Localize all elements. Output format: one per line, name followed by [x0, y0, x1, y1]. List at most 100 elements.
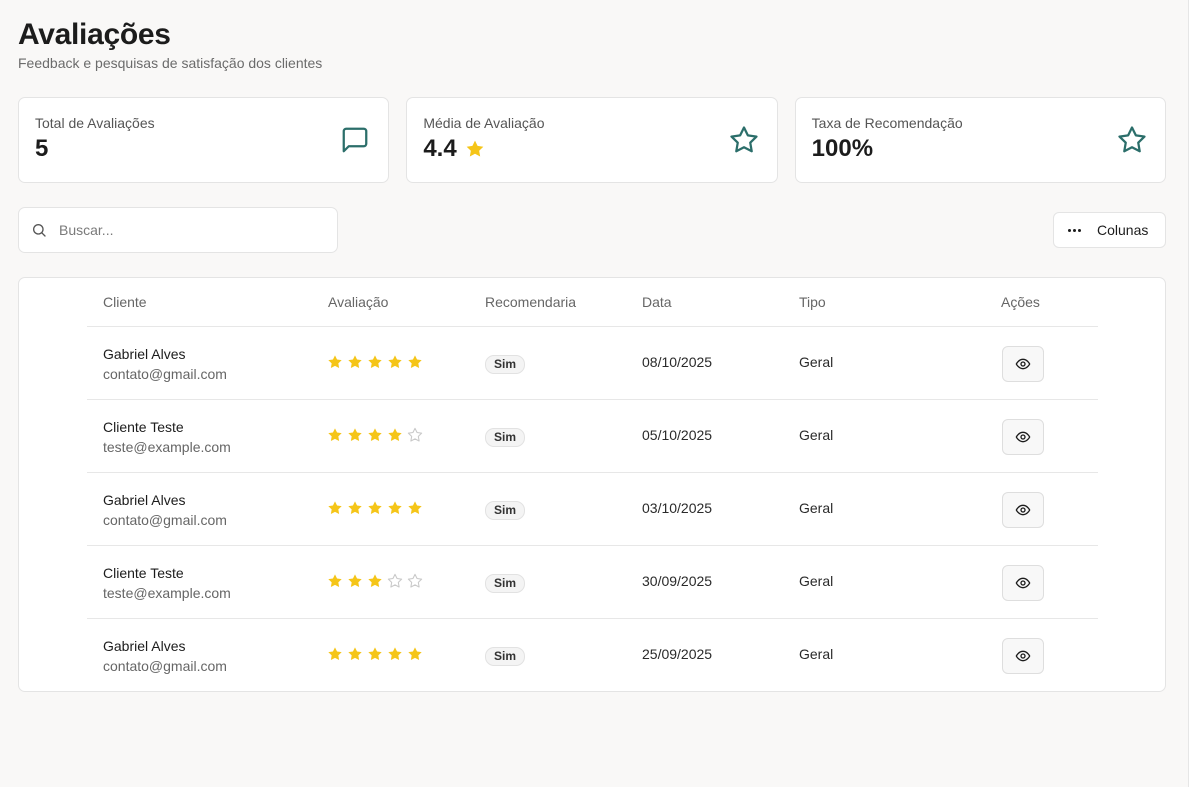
- client-cell: Gabriel Alves contato@gmail.com: [103, 344, 227, 384]
- star-filled-icon: [328, 647, 342, 661]
- view-button[interactable]: [1002, 346, 1044, 382]
- star-outline-icon: [1118, 126, 1146, 153]
- client-email: teste@example.com: [103, 585, 231, 601]
- star-filled-icon: [328, 501, 342, 515]
- star-filled-icon: [348, 647, 362, 661]
- type-cell: Geral: [799, 427, 834, 443]
- star-filled-icon: [368, 647, 382, 661]
- stats-cards: Total de Avaliações 5 Média de Avaliação…: [18, 97, 1166, 183]
- client-name: Gabriel Alves: [103, 638, 186, 654]
- column-header-acoes: Ações: [1001, 294, 1040, 310]
- star-filled-icon: [348, 355, 362, 369]
- star-empty-icon: [387, 573, 403, 588]
- view-button[interactable]: [1002, 638, 1044, 674]
- date-cell: 05/10/2025: [642, 427, 713, 443]
- star-filled-icon: [368, 574, 382, 588]
- star-empty-icon: [407, 573, 423, 588]
- reviews-page: Avaliações Feedback e pesquisas de satis…: [0, 0, 1195, 787]
- message-square-icon: [342, 127, 368, 153]
- more-horizontal-icon: [1068, 228, 1081, 232]
- vertical-scrollbar[interactable]: [1188, 0, 1195, 787]
- rating-stars: [327, 646, 423, 662]
- star-filled-icon: [348, 501, 362, 515]
- column-header-data[interactable]: Data: [642, 294, 672, 310]
- star-filled-icon: [408, 647, 422, 661]
- client-email: contato@gmail.com: [103, 366, 227, 382]
- type-cell: Geral: [799, 573, 834, 589]
- search-icon: [33, 224, 46, 237]
- column-header-tipo[interactable]: Tipo: [799, 294, 826, 310]
- star-empty-icon: [407, 427, 423, 442]
- page-title: Avaliações: [18, 18, 171, 51]
- recommend-badge: Sim: [485, 428, 526, 447]
- client-name: Cliente Teste: [103, 565, 184, 581]
- date-cell: 25/09/2025: [642, 646, 713, 662]
- client-cell: Gabriel Alves contato@gmail.com: [103, 636, 227, 676]
- date-cell: 08/10/2025: [642, 354, 713, 370]
- view-button[interactable]: [1002, 419, 1044, 455]
- stat-card-average-rating: Média de Avaliação 4.4: [406, 97, 778, 183]
- stat-label: Total de Avaliações: [35, 115, 155, 131]
- client-name: Gabriel Alves: [103, 346, 186, 362]
- star-filled-icon: [388, 428, 402, 442]
- star-filled-icon: [368, 428, 382, 442]
- rating-stars: [327, 427, 423, 443]
- reviews-table: Cliente Avaliação Recomendaria Data Tipo…: [18, 277, 1166, 692]
- star-filled-icon: [408, 355, 422, 369]
- table-row: Gabriel Alves contato@gmail.com Sim 03/1…: [87, 473, 1098, 546]
- rating-stars: [327, 500, 423, 516]
- page-header: Avaliações Feedback e pesquisas de satis…: [18, 18, 322, 71]
- star-filled-icon: [408, 501, 422, 515]
- client-name: Cliente Teste: [103, 419, 184, 435]
- column-header-cliente[interactable]: Cliente: [103, 294, 147, 310]
- star-filled-icon: [466, 140, 484, 157]
- star-filled-icon: [368, 501, 382, 515]
- client-cell: Cliente Teste teste@example.com: [103, 417, 231, 457]
- stat-value: 4.4: [423, 135, 760, 163]
- eye-icon: [1015, 358, 1031, 370]
- star-filled-icon: [388, 501, 402, 515]
- eye-icon: [1015, 650, 1031, 662]
- star-filled-icon: [388, 355, 402, 369]
- rating-stars: [327, 354, 423, 370]
- columns-button[interactable]: Colunas: [1053, 212, 1166, 248]
- star-filled-icon: [348, 428, 362, 442]
- stat-card-total-reviews: Total de Avaliações 5: [18, 97, 390, 183]
- type-cell: Geral: [799, 500, 834, 516]
- star-filled-icon: [328, 355, 342, 369]
- client-email: contato@gmail.com: [103, 658, 227, 674]
- type-cell: Geral: [799, 354, 834, 370]
- recommend-cell: Sim: [485, 501, 526, 520]
- column-header-avaliacao[interactable]: Avaliação: [328, 294, 388, 310]
- star-filled-icon: [348, 574, 362, 588]
- star-outline-icon: [730, 126, 758, 153]
- recommend-cell: Sim: [485, 428, 526, 447]
- client-cell: Cliente Teste teste@example.com: [103, 563, 231, 603]
- stat-label: Média de Avaliação: [423, 115, 545, 131]
- page-subtitle: Feedback e pesquisas de satisfação dos c…: [18, 55, 323, 71]
- date-cell: 30/09/2025: [642, 573, 713, 589]
- stat-value: 5: [35, 135, 49, 162]
- eye-icon: [1015, 431, 1031, 443]
- recommend-cell: Sim: [485, 574, 526, 593]
- recommend-badge: Sim: [485, 355, 526, 374]
- date-cell: 03/10/2025: [642, 500, 713, 516]
- client-email: contato@gmail.com: [103, 512, 227, 528]
- column-header-recomendaria[interactable]: Recomendaria: [485, 294, 576, 310]
- rating-stars: [327, 573, 423, 589]
- recommend-badge: Sim: [485, 501, 526, 520]
- stat-card-recommendation-rate: Taxa de Recomendação 100%: [794, 97, 1166, 183]
- client-cell: Gabriel Alves contato@gmail.com: [103, 490, 227, 530]
- view-button[interactable]: [1002, 565, 1044, 601]
- star-filled-icon: [328, 428, 342, 442]
- type-cell: Geral: [799, 646, 834, 662]
- client-email: teste@example.com: [103, 439, 231, 455]
- recommend-badge: Sim: [485, 574, 526, 593]
- search-box[interactable]: [18, 207, 338, 253]
- recommend-cell: Sim: [485, 355, 526, 374]
- table-row: Gabriel Alves contato@gmail.com Sim 08/1…: [87, 327, 1098, 400]
- stat-label: Taxa de Recomendação: [811, 115, 963, 131]
- view-button[interactable]: [1002, 492, 1044, 528]
- search-input[interactable]: [59, 222, 319, 238]
- star-filled-icon: [328, 574, 342, 588]
